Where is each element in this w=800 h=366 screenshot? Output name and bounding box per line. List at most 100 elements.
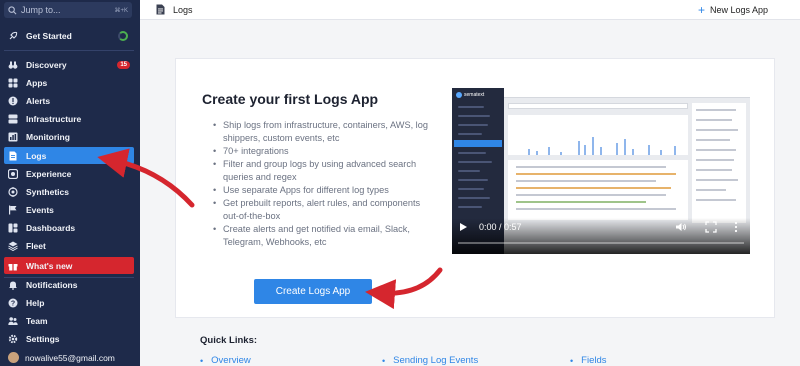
shortcut-hint: ⌘+K [114,7,128,14]
sidebar-item-label: What's new [26,260,73,271]
sidebar-item-discovery[interactable]: Discovery 15 [4,56,134,73]
new-logs-app-label: New Logs App [709,4,768,15]
sidebar-item-label: Logs [26,150,47,161]
sidebar-divider [4,50,134,51]
sidebar-item-events[interactable]: Events [4,201,134,218]
bullet-icon: • [200,355,204,366]
play-icon[interactable] [460,223,467,231]
discovery-count-badge: 15 [117,60,130,69]
sidebar-item-label: Settings [26,333,60,344]
sidebar-item-label: Apps [26,77,48,88]
more-options-icon[interactable] [730,221,742,233]
video-toolbar [504,88,750,98]
list-item: Use separate Apps for different log type… [213,184,428,197]
sidebar-item-get-started[interactable]: Get Started [4,27,134,44]
sidebar-item-label: Infrastructure [26,113,82,124]
video-search-bar [508,103,688,109]
quick-link-label: Fields [581,355,607,366]
sidebar-item-label: Experience [26,168,72,179]
sidebar-item-label: Team [26,315,48,326]
sidebar-item-settings[interactable]: Settings [4,330,134,347]
sidebar-item-label: Notifications [26,279,78,290]
create-logs-app-button[interactable]: Create Logs App [254,279,372,304]
new-logs-app-button[interactable]: + New Logs App [698,3,768,17]
user-email: nowalive55@gmail.com [25,352,115,363]
sidebar-item-monitoring[interactable]: Monitoring [4,128,134,145]
video-nav-line [458,124,488,126]
doc-icon [156,4,165,15]
team-icon [8,316,18,325]
video-progress-track[interactable] [458,242,744,244]
help-icon: ? [8,298,18,307]
quick-link-label: Sending Log Events [393,355,479,366]
sidebar-item-label: Dashboards [26,222,76,233]
list-item: 70+ integrations [213,145,428,158]
quick-link-sending-log-events[interactable]: • Sending Log Events [382,355,478,366]
progress-ring-icon [118,30,128,41]
gift-icon [8,263,18,270]
sidebar-item-label: Fleet [26,240,46,251]
binoculars-icon [8,61,18,69]
feature-list: Ship logs from infrastructure, container… [213,119,428,249]
sidebar-item-notifications[interactable]: Notifications [4,276,134,293]
card-title: Create your first Logs App [202,91,379,107]
video-nav-line [458,206,482,208]
sidebar-item-whats-new[interactable]: What's new [4,257,134,274]
sidebar-item-label: Alerts [26,95,51,106]
video-time: 0:00 / 0:57 [479,222,522,232]
rocket-icon [9,31,18,39]
dashboard-icon [8,223,18,232]
quick-links-title: Quick Links: [200,335,258,346]
sidebar-item-label: Discovery [26,59,67,70]
sidebar-item-help[interactable]: ? Help [4,294,134,311]
alert-icon [8,96,18,105]
sidebar-item-label: Synthetics [26,186,69,197]
search-icon [8,5,17,14]
plus-icon: + [697,2,705,17]
volume-icon[interactable] [675,221,687,233]
video-nav-active [454,140,502,147]
sidebar-item-team[interactable]: Team [4,312,134,329]
quick-link-label: Overview [211,355,251,366]
bullet-icon: • [570,355,574,366]
sidebar-item-apps[interactable]: Apps [4,74,134,91]
sidebar-item-label: Monitoring [26,131,70,142]
sidebar-user-account[interactable]: nowalive55@gmail.com [4,349,134,366]
video-nav-line [458,161,492,163]
sidebar-item-fleet[interactable]: Fleet [4,237,134,254]
video-nav-line [458,115,490,117]
experience-icon [8,168,18,179]
grid-icon [8,78,18,87]
top-bar: Logs + New Logs App [140,0,800,20]
video-nav-line [458,188,484,190]
video-field-panel [692,103,746,223]
list-item: Ship logs from infrastructure, container… [213,119,428,145]
sidebar-item-experience[interactable]: Experience [4,165,134,182]
list-item: Create alerts and get notified via email… [213,223,428,249]
sidebar-item-logs[interactable]: Logs [4,147,134,164]
quick-link-fields[interactable]: • Fields [570,355,607,366]
synthetics-icon [8,186,18,197]
list-item: Filter and group logs by using advanced … [213,158,428,184]
chart-icon [8,132,18,141]
sidebar-item-alerts[interactable]: Alerts [4,92,134,109]
sidebar-item-dashboards[interactable]: Dashboards [4,219,134,236]
sematext-logo-icon [456,92,462,98]
intro-video-player[interactable]: sematext 0:00 / 0:57 [452,88,750,254]
video-nav-line [458,197,490,199]
fullscreen-icon[interactable] [705,221,717,233]
quick-link-overview[interactable]: • Overview [200,355,251,366]
avatar [8,352,19,363]
sidebar-item-synthetics[interactable]: Synthetics [4,183,134,200]
svg-text:?: ? [11,300,15,307]
video-nav-line [458,170,480,172]
video-nav-line [458,133,482,135]
video-log-table [508,160,688,220]
sidebar-item-infrastructure[interactable]: Infrastructure [4,110,134,127]
gear-icon [8,334,18,343]
flag-icon [9,205,17,214]
page-title: Logs [173,4,193,15]
jump-to-search[interactable]: Jump to... ⌘+K [4,2,132,18]
server-icon [8,114,18,123]
sidebar-item-label: Events [26,204,54,215]
